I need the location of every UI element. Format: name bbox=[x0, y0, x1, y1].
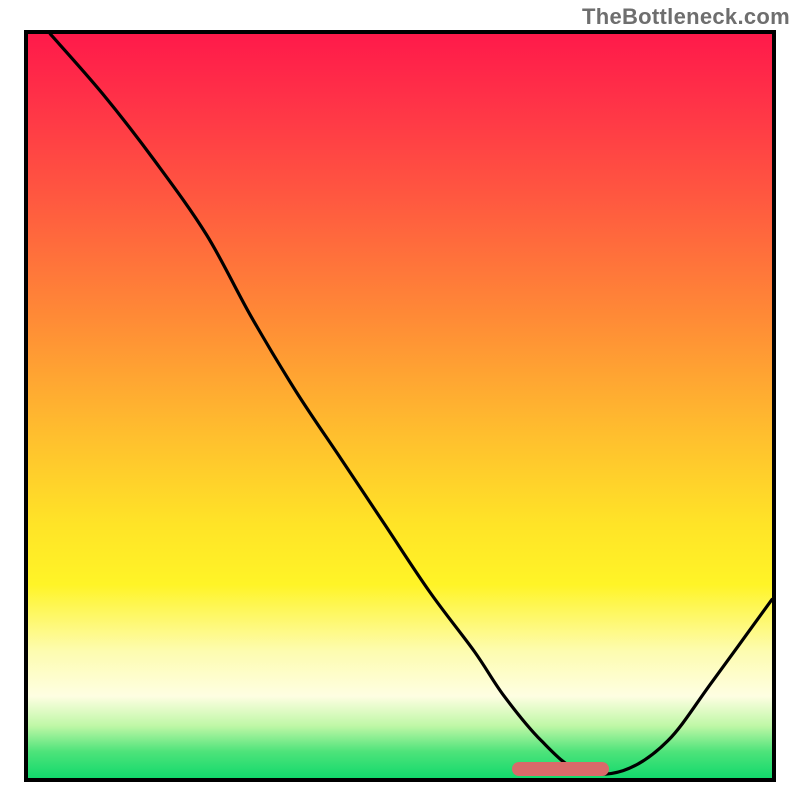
chart-stage: TheBottleneck.com bbox=[0, 0, 800, 800]
min-marker-pill bbox=[512, 762, 609, 776]
watermark-text: TheBottleneck.com bbox=[582, 4, 790, 30]
plot-frame bbox=[24, 30, 776, 782]
curve-line bbox=[28, 34, 772, 778]
